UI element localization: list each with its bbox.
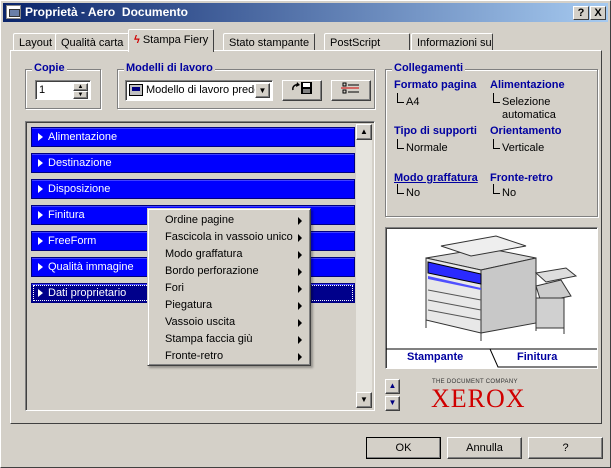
list-icon xyxy=(341,82,359,94)
help-button[interactable]: ? xyxy=(528,437,603,459)
tab-about[interactable]: Informazioni su xyxy=(411,33,493,51)
collapse-all-icon[interactable]: ▲ xyxy=(385,379,400,394)
tab-fiery[interactable]: ϟ Stampa Fiery xyxy=(128,29,215,52)
cancel-button[interactable]: Annulla xyxy=(447,437,522,459)
copies-input[interactable] xyxy=(38,83,74,97)
template-icon xyxy=(129,84,143,96)
section-disposizione[interactable]: Disposizione xyxy=(31,179,355,199)
tab-label: Informazioni su xyxy=(417,37,492,49)
link-orientamento[interactable]: Orientamento xyxy=(490,125,562,137)
link-tipo-supporti[interactable]: Tipo di supporti xyxy=(394,125,477,137)
tab-label: PostScript xyxy=(330,37,381,49)
menu-item-vassoio-uscita[interactable]: Vassoio uscita xyxy=(148,314,310,331)
save-template-button[interactable] xyxy=(282,80,322,101)
scroll-down-icon[interactable]: ▼ xyxy=(356,392,372,408)
tab-label: Qualità carta xyxy=(61,37,124,49)
printer-illustration xyxy=(386,235,597,368)
link-formato-pagina[interactable]: Formato pagina xyxy=(394,79,477,91)
title-bar[interactable]: Proprietà - Aero Documento ? X xyxy=(3,3,608,22)
link-alimentazione[interactable]: Alimentazione xyxy=(490,79,565,91)
copies-spinner[interactable]: ▲ ▼ xyxy=(35,80,91,100)
spin-up-icon[interactable]: ▲ xyxy=(73,83,88,91)
links-legend: Collegamenti xyxy=(392,62,466,74)
value-orientamento: Verticale xyxy=(492,139,544,154)
scroll-up-icon[interactable]: ▲ xyxy=(356,124,372,140)
menu-item-fori[interactable]: Fori xyxy=(148,280,310,297)
chevron-down-icon[interactable]: ▼ xyxy=(255,83,270,98)
section-alimentazione[interactable]: Alimentazione xyxy=(31,127,355,147)
section-destinazione[interactable]: Destinazione xyxy=(31,153,355,173)
menu-item-faccia-giu[interactable]: Stampa faccia giù xyxy=(148,331,310,348)
value-alimentazione-line2: automatica xyxy=(502,109,556,121)
save-template-icon xyxy=(292,82,312,94)
expand-all-icon[interactable]: ▼ xyxy=(385,396,400,411)
manage-templates-button[interactable] xyxy=(331,80,371,101)
close-title-button[interactable]: X xyxy=(590,6,606,20)
value-fronte-retro: No xyxy=(492,184,516,199)
menu-item-fronte-retro[interactable]: Fronte-retro xyxy=(148,348,310,365)
link-modo-graffatura[interactable]: Modo graffatura xyxy=(394,172,478,184)
value-tipo-supporti: Normale xyxy=(396,139,448,154)
tab-printer-status[interactable]: Stato stampante xyxy=(223,33,316,51)
link-fronte-retro[interactable]: Fronte-retro xyxy=(490,172,553,184)
value-modo-graffatura: No xyxy=(396,184,420,199)
menu-item-bordo-perforazione[interactable]: Bordo perforazione xyxy=(148,263,310,280)
printer-icon xyxy=(6,5,21,19)
ok-button[interactable]: OK xyxy=(366,437,441,459)
finitura-context-menu: Ordine pagine Fascicola in vassoio unico… xyxy=(147,208,311,366)
help-title-button[interactable]: ? xyxy=(573,6,589,20)
window-title: Proprietà - Aero Documento xyxy=(25,5,188,19)
tab-label: Stampa Fiery xyxy=(142,34,209,46)
xerox-logo: XEROX xyxy=(431,384,526,413)
tab-label: Stato stampante xyxy=(229,37,310,49)
templates-legend: Modelli di lavoro xyxy=(124,62,215,74)
template-select[interactable]: Modello di lavoro predefinito ▼ xyxy=(125,80,273,101)
tab-label: Layout xyxy=(19,37,53,49)
copies-legend: Copie xyxy=(32,62,67,74)
tab-postscript[interactable]: PostScript xyxy=(324,33,410,51)
menu-item-modo-graffatura[interactable]: Modo graffatura xyxy=(148,246,310,263)
spin-down-icon[interactable]: ▼ xyxy=(73,91,88,99)
copies-group: Copie ▲ ▼ xyxy=(25,62,101,109)
menu-item-ordine-pagine[interactable]: Ordine pagine xyxy=(148,212,310,229)
template-value: Modello di lavoro predefinito xyxy=(146,84,256,96)
printer-preview: Stampante Finitura xyxy=(385,227,598,369)
tab-layout[interactable]: Layout xyxy=(13,33,59,51)
flash-icon: ϟ xyxy=(134,34,140,46)
value-alimentazione: Selezione xyxy=(492,93,550,108)
templates-group: Modelli di lavoro Modello di lavoro pred… xyxy=(117,62,375,109)
settings-scrollbar[interactable]: ▲ ▼ xyxy=(356,124,372,408)
tab-quality[interactable]: Qualità carta xyxy=(55,33,130,51)
properties-window: Proprietà - Aero Documento ? X Layout Qu… xyxy=(0,0,611,468)
menu-item-fascicola[interactable]: Fascicola in vassoio unico xyxy=(148,229,310,246)
menu-item-piegatura[interactable]: Piegatura xyxy=(148,297,310,314)
tab-printer-finitura[interactable]: Finitura xyxy=(517,351,557,363)
value-formato-pagina: A4 xyxy=(396,93,419,108)
tab-stampante[interactable]: Stampante xyxy=(407,351,463,363)
